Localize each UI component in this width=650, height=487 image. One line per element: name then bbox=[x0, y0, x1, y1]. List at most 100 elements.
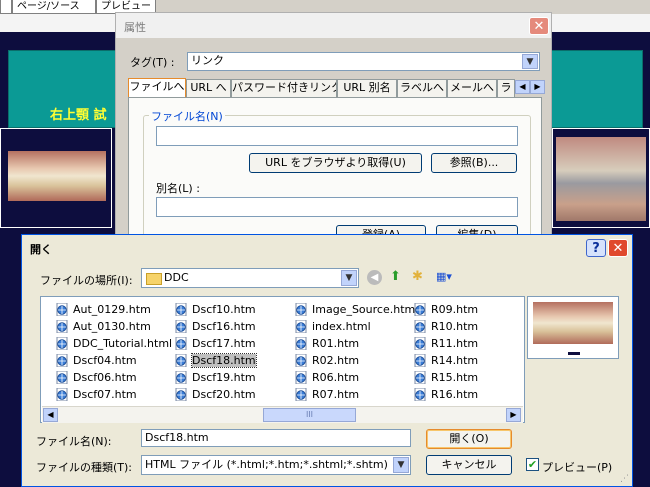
photo-cell-right bbox=[552, 128, 650, 228]
scroll-right-icon[interactable]: ▶ bbox=[506, 408, 521, 422]
html-file-icon bbox=[413, 336, 427, 351]
file-item-label: Image_Source.htm bbox=[312, 303, 416, 316]
properties-titlebar: 属性 ✕ bbox=[116, 13, 551, 38]
get-url-from-browser-button[interactable]: URL をブラウザより取得(U) bbox=[249, 153, 422, 173]
tab-label[interactable]: ラベルへ bbox=[397, 79, 447, 97]
tab-url-alias[interactable]: URL 別名 bbox=[337, 79, 397, 97]
file-item[interactable]: Dscf16.htm bbox=[174, 318, 256, 335]
html-file-icon bbox=[294, 336, 308, 351]
tag-select[interactable]: リンク ▼ bbox=[187, 52, 540, 71]
alias-label: 別名(L) : bbox=[156, 182, 200, 195]
file-item[interactable]: R10.htm bbox=[413, 318, 478, 335]
chevron-down-icon[interactable]: ▼ bbox=[393, 457, 409, 473]
tab-password-link[interactable]: パスワード付きリンク bbox=[231, 79, 337, 97]
file-item[interactable]: Dscf19.htm bbox=[174, 369, 256, 386]
preview-caption-bar bbox=[568, 352, 580, 355]
file-item-label: Dscf07.htm bbox=[73, 388, 137, 401]
filetype-value: HTML ファイル (*.html;*.htm;*.shtml;*.shtm) bbox=[145, 458, 388, 471]
tab-scroll-left-icon[interactable]: ◀ bbox=[515, 80, 530, 94]
file-item[interactable]: R02.htm bbox=[294, 352, 359, 369]
html-file-icon bbox=[413, 302, 427, 317]
file-item[interactable]: Dscf06.htm bbox=[55, 369, 137, 386]
filename-label: ファイル名(N): bbox=[36, 435, 112, 448]
file-item[interactable]: R09.htm bbox=[413, 301, 478, 318]
preview-pane bbox=[527, 296, 619, 359]
file-item[interactable]: R07.htm bbox=[294, 386, 359, 403]
location-label: ファイルの場所(I): bbox=[40, 274, 133, 287]
file-item[interactable]: Dscf17.htm bbox=[174, 335, 256, 352]
help-icon[interactable]: ? bbox=[586, 239, 606, 257]
scrollbar-thumb[interactable]: III bbox=[263, 408, 356, 422]
file-item[interactable]: DDC_Tutorial.html bbox=[55, 335, 172, 352]
up-folder-icon[interactable]: ⬆ bbox=[390, 269, 406, 285]
html-file-icon bbox=[413, 370, 427, 385]
file-item[interactable]: Dscf18.htm bbox=[174, 352, 257, 369]
tab-scroll-right-icon[interactable]: ▶ bbox=[530, 80, 545, 94]
file-item-label: index.html bbox=[312, 320, 371, 333]
close-icon[interactable]: ✕ bbox=[608, 239, 628, 257]
tag-select-value: リンク bbox=[191, 54, 224, 67]
html-file-icon bbox=[174, 319, 188, 334]
properties-close-icon[interactable]: ✕ bbox=[529, 17, 549, 35]
cancel-button[interactable]: キャンセル bbox=[426, 455, 512, 475]
file-item-label: Aut_0129.htm bbox=[73, 303, 151, 316]
location-value: DDC bbox=[164, 271, 189, 284]
html-file-icon bbox=[174, 336, 188, 351]
html-file-icon bbox=[294, 387, 308, 402]
properties-dialog: 属性 ✕ タグ(T) : リンク ▼ ファイルへ URL へ パスワード付きリン… bbox=[115, 12, 552, 245]
tag-label: タグ(T) : bbox=[130, 56, 175, 69]
file-item-label: R01.htm bbox=[312, 337, 360, 350]
html-file-icon bbox=[55, 302, 69, 317]
chevron-down-icon[interactable]: ▼ bbox=[522, 54, 538, 69]
new-folder-icon[interactable]: ✱ bbox=[412, 269, 428, 285]
tab-file[interactable]: ファイルへ bbox=[128, 78, 186, 98]
back-icon[interactable]: ◀ bbox=[367, 270, 382, 285]
resize-grip-icon[interactable]: ⋰ bbox=[620, 474, 630, 484]
page-heading: 右上顎 試 bbox=[50, 108, 107, 123]
file-item[interactable]: R16.htm bbox=[413, 386, 478, 403]
file-list[interactable]: Aut_0129.htm Aut_0130.htm DDC_Tutorial.htm… bbox=[40, 296, 525, 423]
html-file-icon bbox=[55, 319, 69, 334]
filetype-select[interactable]: HTML ファイル (*.html;*.htm;*.shtml;*.shtm) … bbox=[141, 455, 411, 475]
file-item-label: Dscf10.htm bbox=[192, 303, 256, 316]
file-item-label: R11.htm bbox=[431, 337, 479, 350]
editor-tab-edit[interactable] bbox=[0, 0, 12, 14]
file-item[interactable]: R15.htm bbox=[413, 369, 478, 386]
tab-url[interactable]: URL へ bbox=[186, 79, 231, 97]
preview-checkbox[interactable]: ✔ bbox=[526, 458, 539, 471]
html-file-icon bbox=[174, 370, 188, 385]
browse-button[interactable]: 参照(B)... bbox=[431, 153, 517, 173]
html-file-icon bbox=[174, 353, 188, 368]
html-file-icon bbox=[55, 387, 69, 402]
file-item[interactable]: Aut_0130.htm bbox=[55, 318, 151, 335]
file-item[interactable]: Dscf07.htm bbox=[55, 386, 137, 403]
file-item[interactable]: R06.htm bbox=[294, 369, 359, 386]
location-select[interactable]: DDC ▼ bbox=[141, 268, 359, 288]
editor-tab-page-source[interactable]: ページ/ソース bbox=[12, 0, 96, 14]
file-item-label: R09.htm bbox=[431, 303, 479, 316]
file-item[interactable]: Image_Source.htm bbox=[294, 301, 415, 318]
file-item[interactable]: R14.htm bbox=[413, 352, 478, 369]
html-file-icon bbox=[55, 370, 69, 385]
html-file-icon bbox=[294, 302, 308, 317]
file-item[interactable]: Aut_0129.htm bbox=[55, 301, 151, 318]
horizontal-scrollbar[interactable]: ◀ III ▶ bbox=[42, 406, 523, 423]
file-item-label: R02.htm bbox=[312, 354, 360, 367]
file-item[interactable]: Dscf04.htm bbox=[55, 352, 137, 369]
link-filename-input[interactable] bbox=[156, 126, 518, 146]
filename-input[interactable]: Dscf18.htm bbox=[141, 429, 411, 447]
file-item[interactable]: R01.htm bbox=[294, 335, 359, 352]
scroll-left-icon[interactable]: ◀ bbox=[43, 408, 58, 422]
tab-mail[interactable]: メールへ bbox=[447, 79, 497, 97]
open-button[interactable]: 開く(O) bbox=[426, 429, 512, 449]
file-item[interactable]: Dscf10.htm bbox=[174, 301, 256, 318]
file-item[interactable]: Dscf20.htm bbox=[174, 386, 256, 403]
file-item[interactable]: index.html bbox=[294, 318, 371, 335]
file-item[interactable]: R11.htm bbox=[413, 335, 478, 352]
file-item-label: Dscf06.htm bbox=[73, 371, 137, 384]
preview-image bbox=[533, 302, 613, 344]
view-menu-icon[interactable]: ▦▾ bbox=[436, 270, 458, 284]
chevron-down-icon[interactable]: ▼ bbox=[341, 270, 357, 286]
alias-input[interactable] bbox=[156, 197, 518, 217]
tab-more[interactable]: ラ bbox=[497, 79, 515, 97]
